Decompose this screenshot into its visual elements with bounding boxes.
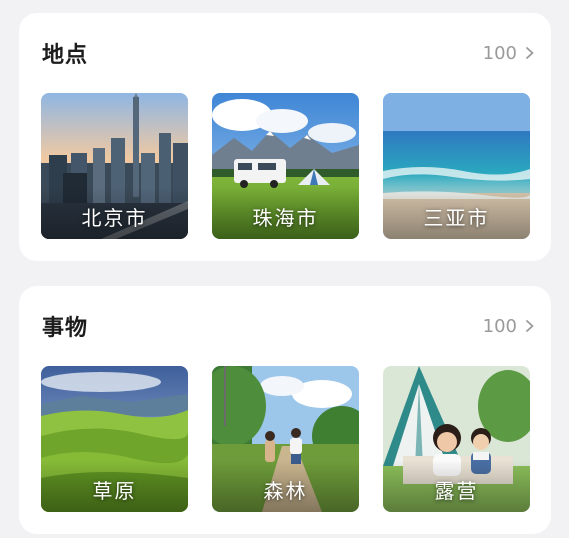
tile-label: 森林 xyxy=(263,479,308,503)
places-grid: 北京市 珠海市 三亚市 xyxy=(41,93,530,239)
places-header: 地点 100 xyxy=(42,37,537,69)
see-all-things-button[interactable]: 100 xyxy=(483,316,537,337)
item-count: 100 xyxy=(482,315,517,337)
place-tile-beijing[interactable]: 北京市 xyxy=(41,93,188,239)
things-card: 事物 100 草原 森林 露营 xyxy=(19,286,551,534)
things-grid: 草原 森林 露营 xyxy=(41,366,530,512)
thing-tile-camping[interactable]: 露营 xyxy=(383,366,530,512)
thing-tile-forest[interactable]: 森林 xyxy=(212,366,359,512)
place-tile-sanya[interactable]: 三亚市 xyxy=(383,93,530,239)
thing-tile-grassland[interactable]: 草原 xyxy=(41,366,188,512)
section-title: 地点 xyxy=(42,43,89,68)
tile-label: 珠海市 xyxy=(252,206,319,230)
see-all-places-button[interactable]: 100 xyxy=(483,43,537,64)
things-header: 事物 100 xyxy=(42,310,537,342)
chevron-right-icon xyxy=(526,320,534,332)
section-title: 事物 xyxy=(42,316,89,341)
chevron-right-icon xyxy=(526,47,534,59)
tile-label: 三亚市 xyxy=(423,206,490,230)
item-count: 100 xyxy=(482,42,517,64)
tile-label: 露营 xyxy=(434,479,479,503)
places-card: 地点 100 北京市 珠海市 三亚市 xyxy=(19,13,551,261)
tile-label: 北京市 xyxy=(81,206,148,230)
place-tile-zhuhai[interactable]: 珠海市 xyxy=(212,93,359,239)
tile-label: 草原 xyxy=(92,479,137,503)
